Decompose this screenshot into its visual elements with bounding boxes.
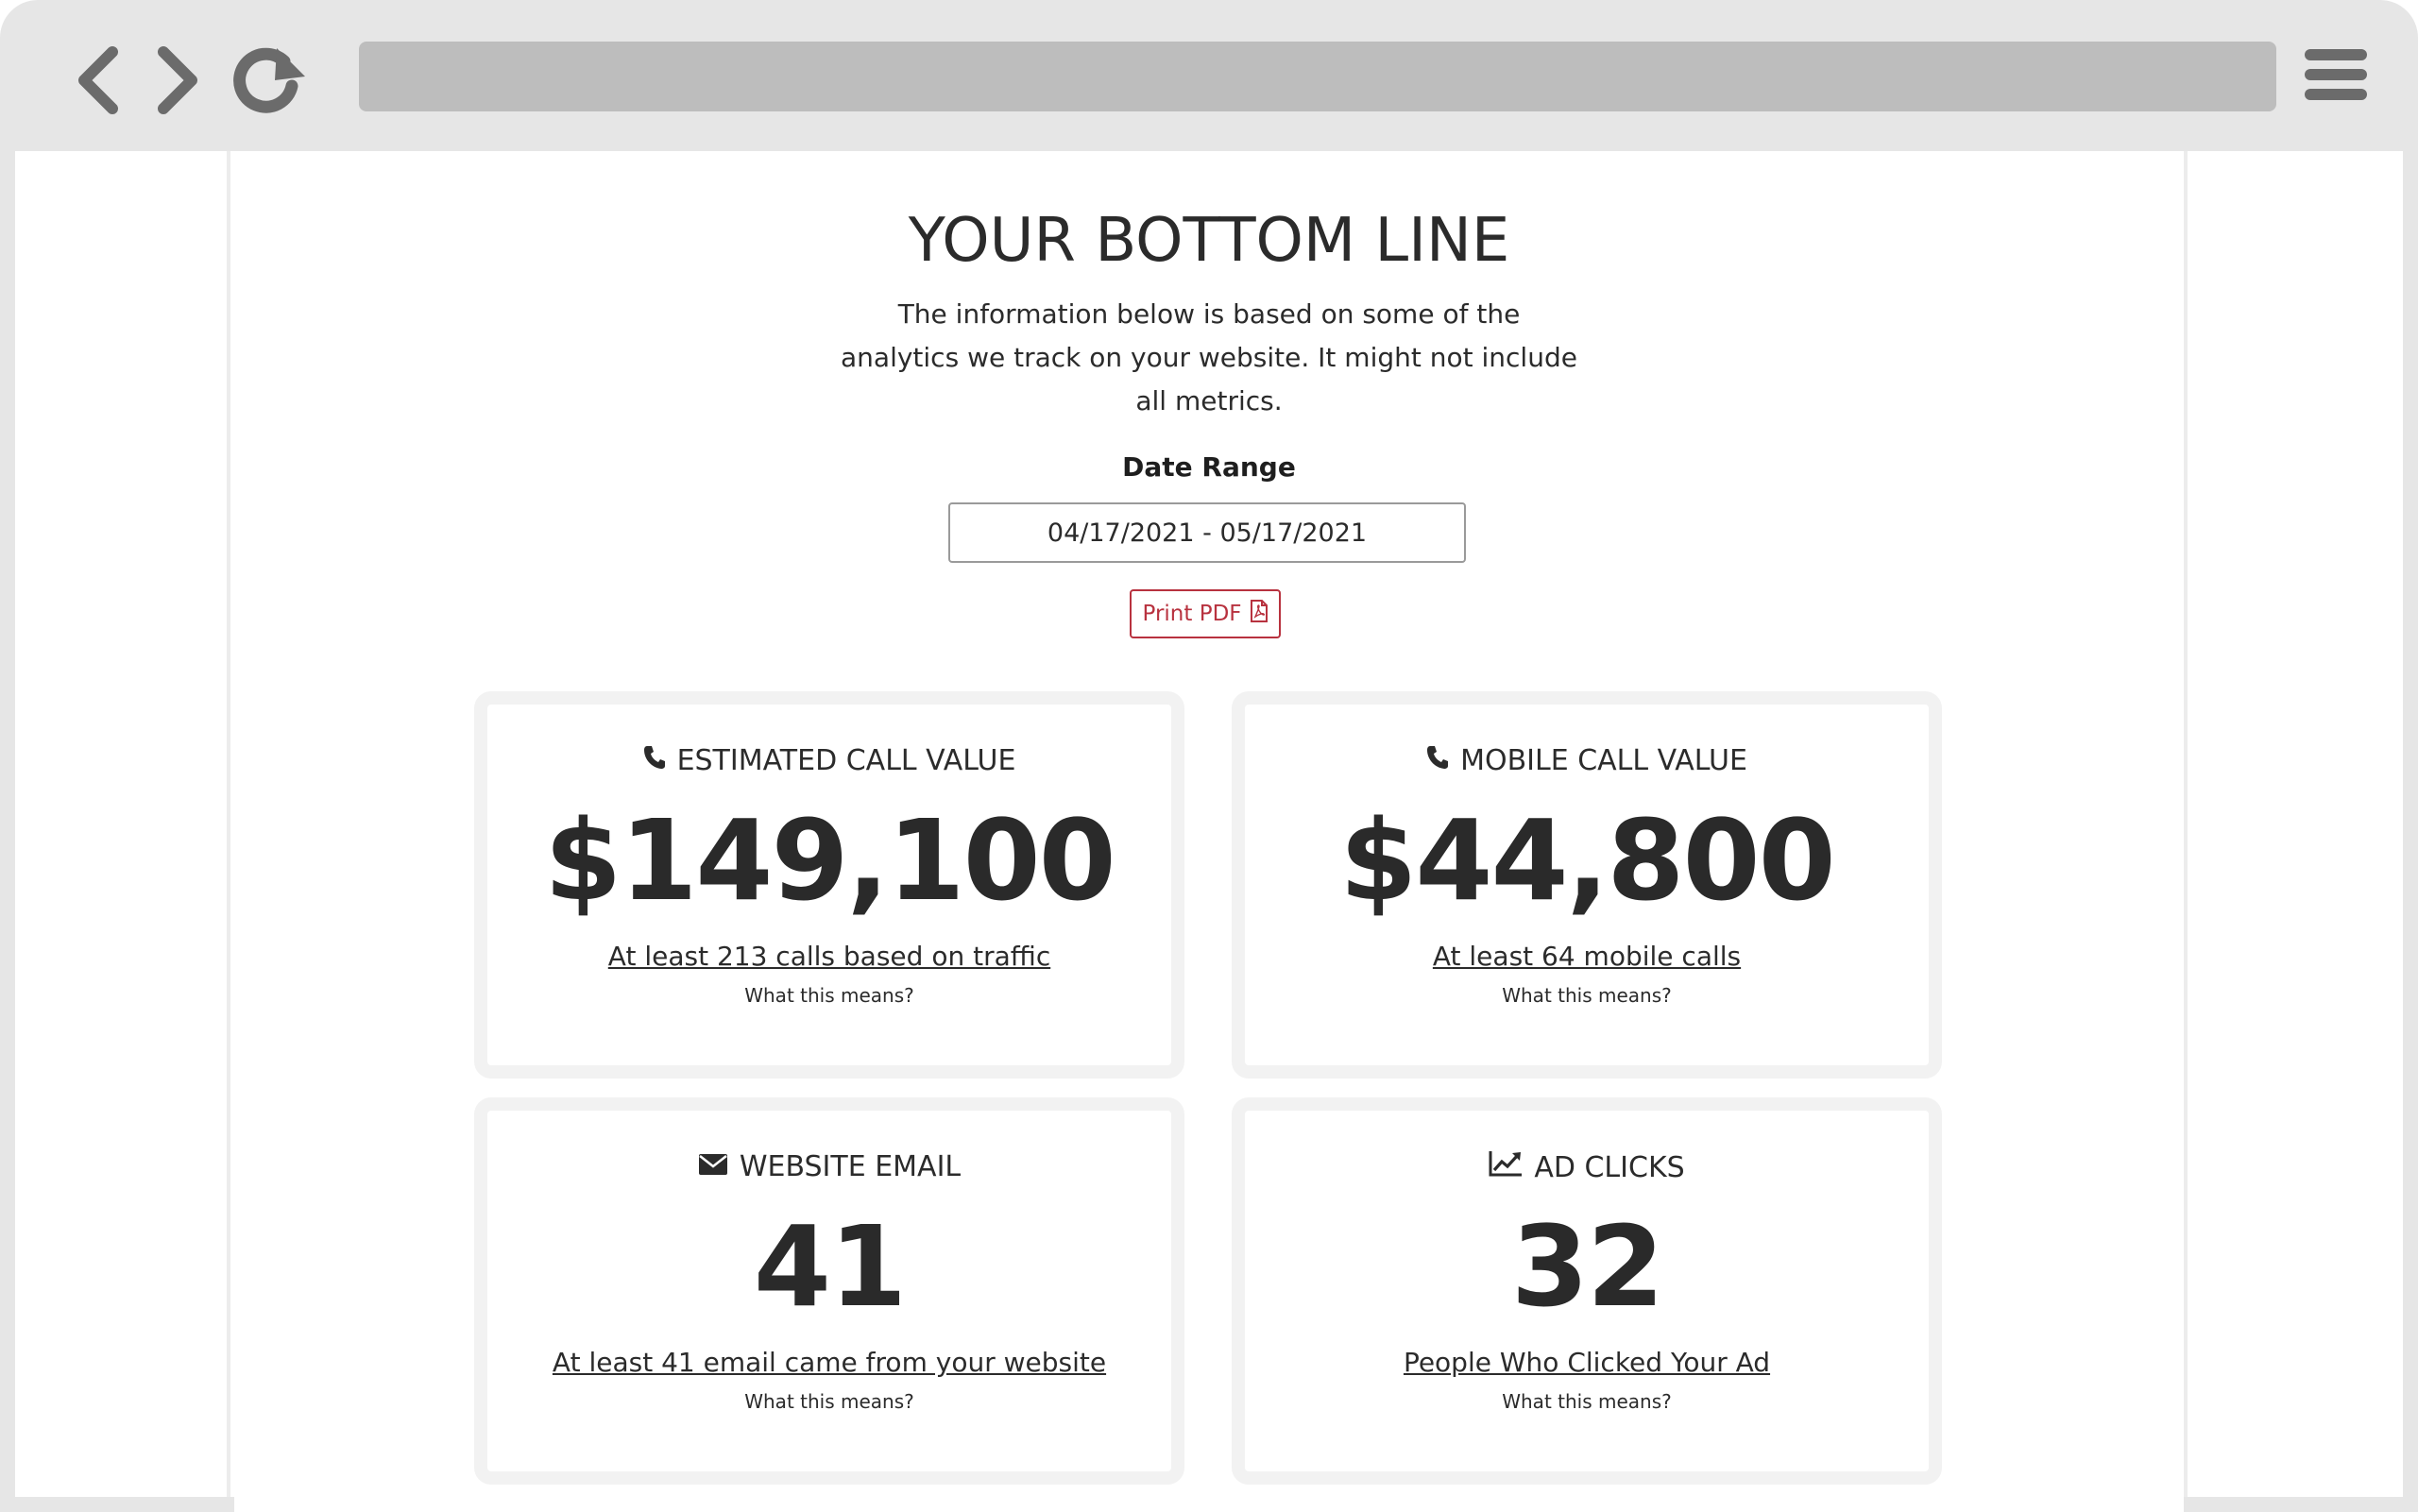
phone-icon bbox=[643, 744, 666, 777]
envelope-icon bbox=[698, 1150, 728, 1183]
page-gutter-left bbox=[15, 151, 230, 1497]
page-gutter-right bbox=[2184, 151, 2403, 1497]
viewport: YOUR BOTTOM LINE The information below i… bbox=[15, 151, 2403, 1512]
print-pdf-button[interactable]: Print PDF bbox=[1130, 589, 1281, 638]
card-title: MOBILE CALL VALUE bbox=[1460, 744, 1747, 777]
what-this-means-link[interactable]: What this means? bbox=[1245, 1390, 1929, 1413]
intro-line: The information below is based on some o… bbox=[897, 298, 1521, 330]
card-detail-link[interactable]: At least 41 email came from your website bbox=[487, 1347, 1171, 1378]
ad-clicks-card: AD CLICKS 32 People Who Clicked Your Ad … bbox=[1232, 1097, 1942, 1485]
what-this-means-link[interactable]: What this means? bbox=[487, 1390, 1171, 1413]
print-pdf-label: Print PDF bbox=[1142, 602, 1242, 626]
estimated-call-value-card: ESTIMATED CALL VALUE $149,100 At least 2… bbox=[474, 691, 1184, 1079]
what-this-means-link[interactable]: What this means? bbox=[1245, 984, 1929, 1007]
card-title: WEBSITE EMAIL bbox=[739, 1150, 962, 1183]
card-value: 41 bbox=[753, 1201, 907, 1332]
date-range-label: Date Range bbox=[1122, 451, 1296, 483]
card-title: AD CLICKS bbox=[1534, 1150, 1685, 1184]
page-content: YOUR BOTTOM LINE The information below i… bbox=[234, 151, 2184, 1512]
card-header: WEBSITE EMAIL bbox=[487, 1150, 1171, 1183]
phone-icon bbox=[1426, 744, 1449, 777]
website-email-card: WEBSITE EMAIL 41 At least 41 email came … bbox=[474, 1097, 1184, 1485]
card-header: MOBILE CALL VALUE bbox=[1245, 744, 1929, 777]
address-bar[interactable] bbox=[359, 42, 2276, 111]
card-value: $149,100 bbox=[544, 795, 1116, 926]
card-title: ESTIMATED CALL VALUE bbox=[676, 744, 1016, 777]
hamburger-menu-icon[interactable] bbox=[2305, 49, 2371, 102]
intro-line: all metrics. bbox=[1135, 385, 1283, 416]
page-title: YOUR BOTTOM LINE bbox=[908, 206, 1510, 276]
line-chart-icon bbox=[1489, 1150, 1523, 1184]
card-header: AD CLICKS bbox=[1245, 1150, 1929, 1184]
card-detail-link[interactable]: People Who Clicked Your Ad bbox=[1245, 1347, 1929, 1378]
date-range-input[interactable] bbox=[948, 502, 1466, 563]
intro-line: analytics we track on your website. It m… bbox=[841, 342, 1577, 373]
card-detail-link[interactable]: At least 64 mobile calls bbox=[1245, 941, 1929, 972]
mobile-call-value-card: MOBILE CALL VALUE $44,800 At least 64 mo… bbox=[1232, 691, 1942, 1079]
what-this-means-link[interactable]: What this means? bbox=[487, 984, 1171, 1007]
pdf-file-icon bbox=[1250, 599, 1269, 629]
card-detail-link[interactable]: At least 213 calls based on traffic bbox=[487, 941, 1171, 972]
reload-icon[interactable] bbox=[227, 38, 312, 123]
card-value: 32 bbox=[1510, 1201, 1664, 1332]
browser-toolbar bbox=[0, 0, 2418, 151]
card-value: $44,800 bbox=[1339, 795, 1835, 926]
browser-window: YOUR BOTTOM LINE The information below i… bbox=[0, 0, 2418, 1512]
intro-text: The information below is based on some o… bbox=[831, 293, 1587, 423]
chevron-left-icon[interactable] bbox=[57, 38, 142, 123]
card-header: ESTIMATED CALL VALUE bbox=[487, 744, 1171, 777]
chevron-right-icon[interactable] bbox=[134, 38, 219, 123]
